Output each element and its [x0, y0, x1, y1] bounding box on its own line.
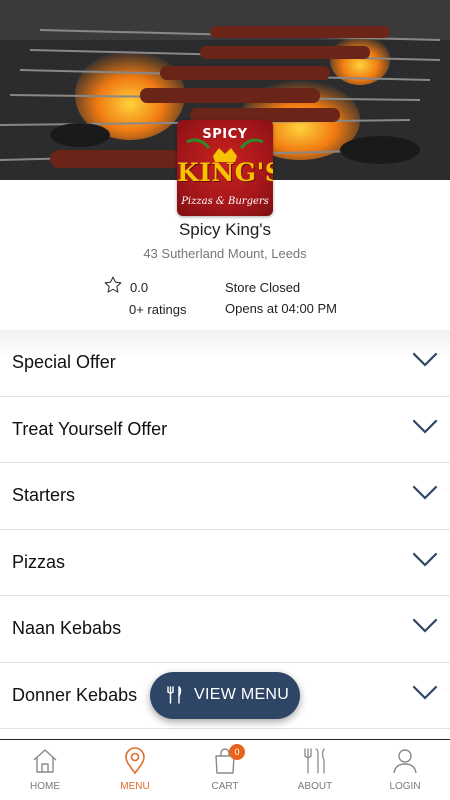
bottom-navigation: HOME MENU CART ABOUT LOGIN 0 [0, 739, 450, 800]
chevron-down-icon [412, 552, 438, 567]
nav-label: ABOUT [297, 781, 333, 792]
nav-label: LOGIN [389, 781, 421, 792]
store-opening-time: Opens at 04:00 PM [225, 301, 338, 316]
section-shadow [0, 330, 450, 360]
rating-value: 0.0 [130, 280, 149, 295]
home-icon [33, 749, 57, 773]
store-address: 43 Sutherland Mount, Leeds [143, 246, 307, 261]
category-label: Starters [12, 485, 76, 505]
fork-knife-icon [167, 686, 182, 704]
category-treat-yourself-offer[interactable]: Treat Yourself Offer [0, 397, 450, 463]
nav-home[interactable]: HOME [0, 740, 90, 800]
store-name: Spicy King's [178, 220, 272, 239]
nav-label: CART [211, 781, 239, 792]
store-logo: SPICY KING'S Pizzas & Burgers [177, 120, 273, 216]
nav-label: HOME [30, 781, 60, 792]
view-menu-label: VIEW MENU [194, 686, 290, 703]
view-menu-button[interactable]: VIEW MENU [150, 672, 300, 719]
logo-main-text: KING'S [177, 158, 273, 187]
user-icon [393, 749, 417, 774]
star-icon [104, 276, 122, 293]
cart-count-badge: 0 [229, 744, 245, 760]
category-starters[interactable]: Starters [0, 463, 450, 530]
nav-about[interactable]: ABOUT [270, 740, 360, 800]
chevron-down-icon [412, 419, 438, 434]
nav-login[interactable]: LOGIN [360, 740, 450, 800]
category-label: Donner Kebabs [12, 684, 138, 705]
chevron-down-icon [412, 485, 438, 500]
location-pin-icon [125, 747, 145, 775]
chevron-down-icon [412, 618, 438, 633]
menu-category-list: Special Offer Treat Yourself Offer Start… [0, 330, 450, 729]
rating-count: 0+ ratings [129, 302, 187, 317]
nav-menu[interactable]: MENU [90, 740, 180, 800]
category-label: Pizzas [12, 551, 66, 572]
category-pizzas[interactable]: Pizzas [0, 530, 450, 596]
chevron-down-icon [412, 685, 438, 700]
logo-top-text: SPICY [202, 127, 248, 142]
category-label: Treat Yourself Offer [12, 418, 168, 439]
store-status: Store Closed [225, 280, 301, 295]
logo-sub-text: Pizzas & Burgers [181, 196, 269, 207]
cutlery-icon [304, 748, 325, 774]
category-naan-kebabs[interactable]: Naan Kebabs [0, 596, 450, 663]
nav-label: MENU [120, 781, 150, 792]
nav-cart[interactable]: CART [180, 740, 270, 800]
category-label: Naan Kebabs [12, 618, 122, 638]
